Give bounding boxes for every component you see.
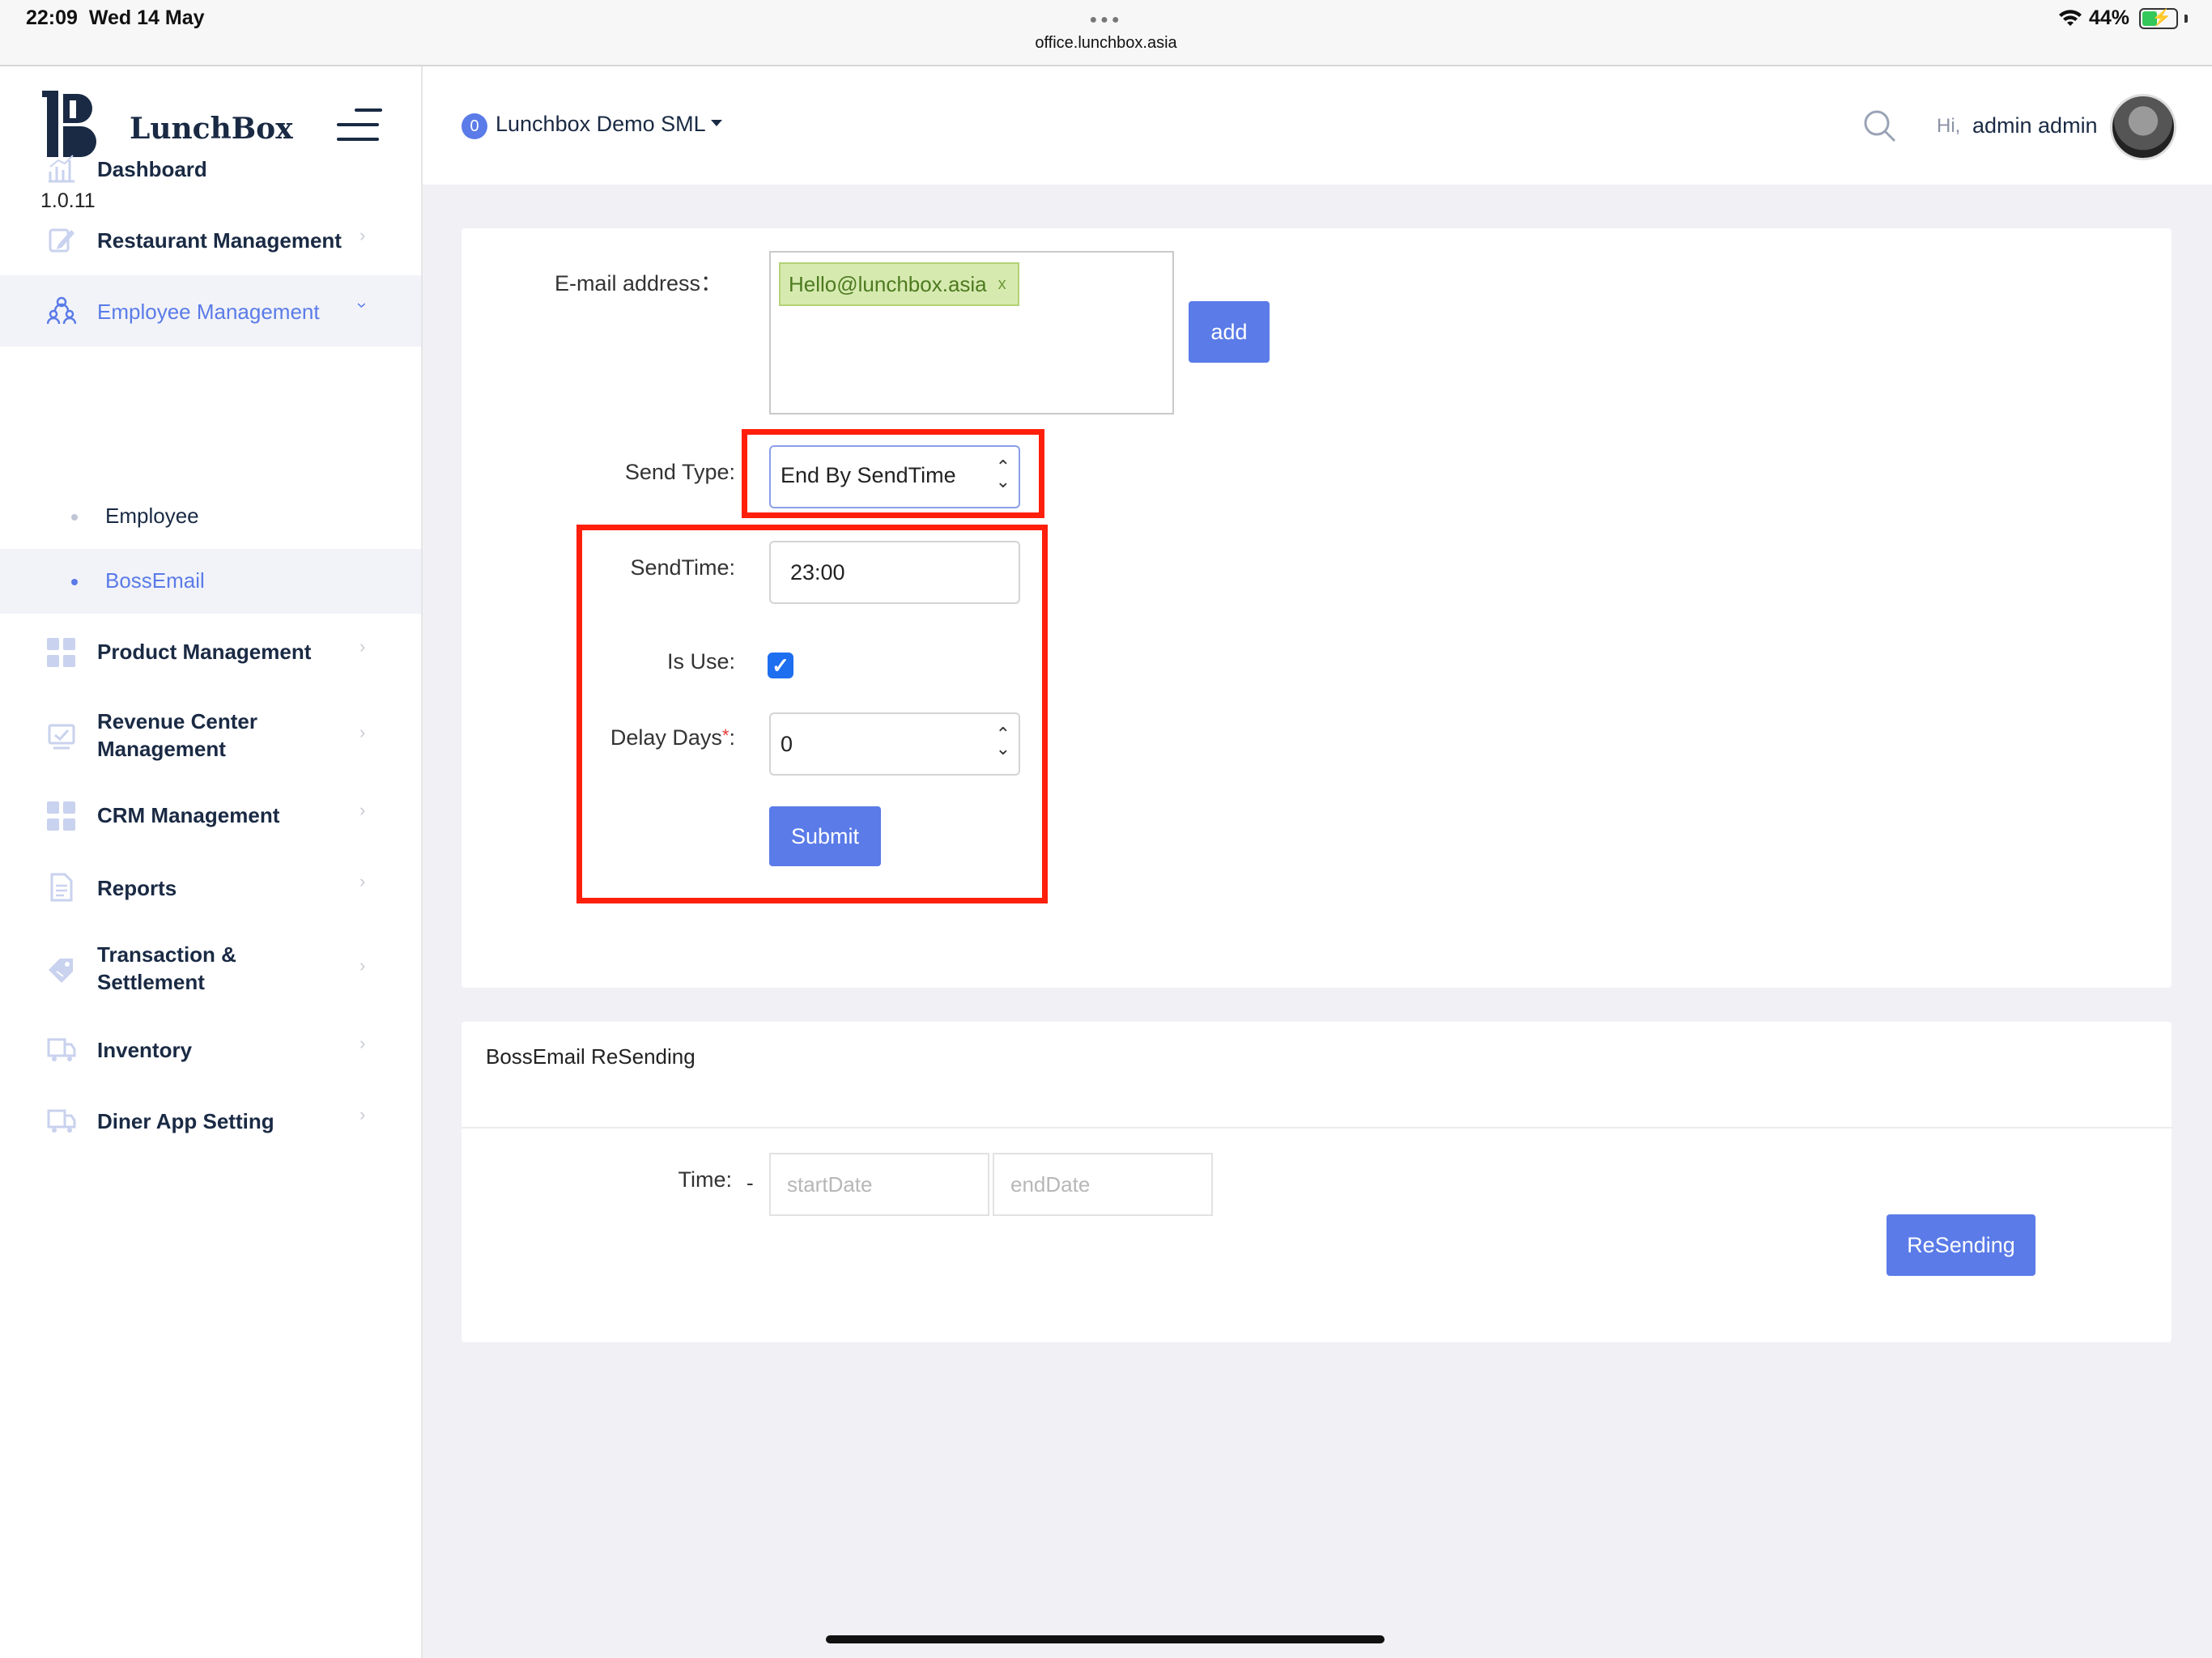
caret-down-icon[interactable] bbox=[711, 120, 722, 126]
sidebar-item-label: Product Management bbox=[97, 640, 312, 664]
sidebar-item-restaurant-management[interactable]: Restaurant Management › bbox=[0, 204, 421, 275]
people-icon bbox=[47, 296, 76, 325]
email-tag: Hello@lunchbox.asia x bbox=[779, 262, 1019, 306]
tag-icon bbox=[49, 959, 73, 983]
resending-button[interactable]: ReSending bbox=[1887, 1214, 2035, 1276]
chart-icon bbox=[49, 155, 74, 183]
sidebar-item-label: Inventory bbox=[97, 1038, 193, 1062]
send-type-label: Send Type: bbox=[624, 460, 735, 484]
end-date-placeholder: endDate bbox=[1010, 1172, 1091, 1197]
status-bar bbox=[0, 0, 2212, 66]
status-date: Wed 14 May bbox=[88, 6, 205, 29]
avatar[interactable] bbox=[2110, 94, 2176, 160]
status-time: 22:09 Wed 14 May bbox=[26, 6, 205, 29]
chevron-right-icon: › bbox=[359, 1033, 366, 1053]
sidebar-item-crm-management[interactable]: CRM Management › bbox=[0, 780, 421, 852]
home-indicator bbox=[826, 1635, 1385, 1643]
chevron-right-icon: › bbox=[359, 955, 366, 976]
greeting: Hi, bbox=[1937, 115, 1961, 137]
chevron-right-icon: › bbox=[359, 871, 366, 891]
more-dots-icon[interactable]: ●●● bbox=[1085, 13, 1127, 28]
document-icon bbox=[50, 873, 73, 902]
sidebar-subitem-label: BossEmail bbox=[105, 568, 205, 593]
sidebar-item-label: Transaction & Settlement bbox=[97, 942, 236, 994]
sidebar-subitem-bossemail[interactable]: BossEmail bbox=[0, 549, 421, 614]
sidebar-item-label: Reports bbox=[97, 876, 177, 900]
sidebar-item-label: Revenue Center Management bbox=[97, 709, 257, 761]
add-button[interactable]: add bbox=[1189, 301, 1270, 363]
chevron-right-icon: › bbox=[359, 636, 366, 657]
org-count-badge: 0 bbox=[462, 113, 487, 139]
bullet-icon bbox=[71, 579, 78, 585]
grid-icon bbox=[47, 638, 76, 667]
wifi-icon bbox=[2058, 9, 2082, 26]
chevron-right-icon: › bbox=[359, 225, 366, 245]
highlight-box-settings bbox=[576, 525, 1048, 903]
sidebar: LunchBox 1.0.11 Dashboard Restaurant Man… bbox=[0, 66, 423, 1658]
sidebar-item-label: Diner App Setting bbox=[97, 1109, 274, 1133]
email-tag-text: Hello@lunchbox.asia bbox=[789, 271, 987, 296]
sidebar-subitem-label: Employee bbox=[105, 504, 199, 528]
truck-icon bbox=[47, 1038, 76, 1061]
address-url[interactable]: office.lunchbox.asia bbox=[0, 34, 2212, 53]
remove-tag-icon[interactable]: x bbox=[998, 275, 1006, 294]
sidebar-item-label: Employee Management bbox=[97, 300, 320, 324]
truck-icon bbox=[47, 1109, 76, 1133]
chevron-right-icon: › bbox=[359, 1104, 366, 1124]
chevron-right-icon: › bbox=[359, 800, 366, 820]
sidebar-item-reports[interactable]: Reports › bbox=[0, 852, 421, 923]
battery-icon: ⚡ bbox=[2139, 7, 2178, 29]
email-label: E-mail address： bbox=[554, 271, 722, 295]
sidebar-item-label: CRM Management bbox=[97, 803, 280, 827]
sidebar-item-inventory[interactable]: Inventory › bbox=[0, 1014, 421, 1085]
end-date-input[interactable]: endDate bbox=[993, 1153, 1213, 1216]
sidebar-item-label: Restaurant Management bbox=[97, 228, 342, 253]
battery-percent: 44% bbox=[2088, 6, 2129, 29]
sidebar-item-label: Dashboard bbox=[97, 157, 207, 181]
username[interactable]: admin admin bbox=[1972, 113, 2098, 138]
sidebar-item-revenue-center-management[interactable]: Revenue Center Management › bbox=[0, 690, 421, 779]
status-indicators: 44% ⚡ bbox=[2058, 6, 2188, 30]
search-icon[interactable] bbox=[1862, 108, 1898, 144]
bullet-icon bbox=[71, 514, 78, 521]
sidebar-item-employee-management[interactable]: Employee Management › bbox=[0, 275, 421, 346]
sidebar-item-transaction-settlement[interactable]: Transaction & Settlement › bbox=[0, 923, 421, 1012]
monitor-icon bbox=[48, 724, 75, 750]
chevron-down-icon: › bbox=[352, 302, 373, 308]
highlight-box-send-type bbox=[742, 429, 1044, 518]
org-selector[interactable]: Lunchbox Demo SML bbox=[496, 112, 706, 137]
time-label: Time: bbox=[678, 1167, 733, 1192]
edit-icon bbox=[49, 228, 74, 253]
range-dash: - bbox=[747, 1171, 754, 1195]
sidebar-item-dashboard[interactable]: Dashboard bbox=[0, 133, 421, 204]
divider bbox=[462, 1127, 2172, 1129]
sidebar-item-diner-app-setting[interactable]: Diner App Setting › bbox=[0, 1085, 421, 1156]
sidebar-subitem-employee[interactable]: Employee bbox=[0, 484, 421, 549]
sidebar-item-product-management[interactable]: Product Management › bbox=[0, 617, 421, 688]
start-date-input[interactable]: startDate bbox=[769, 1153, 989, 1216]
grid-icon bbox=[47, 801, 76, 831]
resending-title: BossEmail ReSending bbox=[486, 1044, 696, 1069]
chevron-right-icon: › bbox=[359, 722, 366, 742]
start-date-placeholder: startDate bbox=[787, 1172, 873, 1197]
